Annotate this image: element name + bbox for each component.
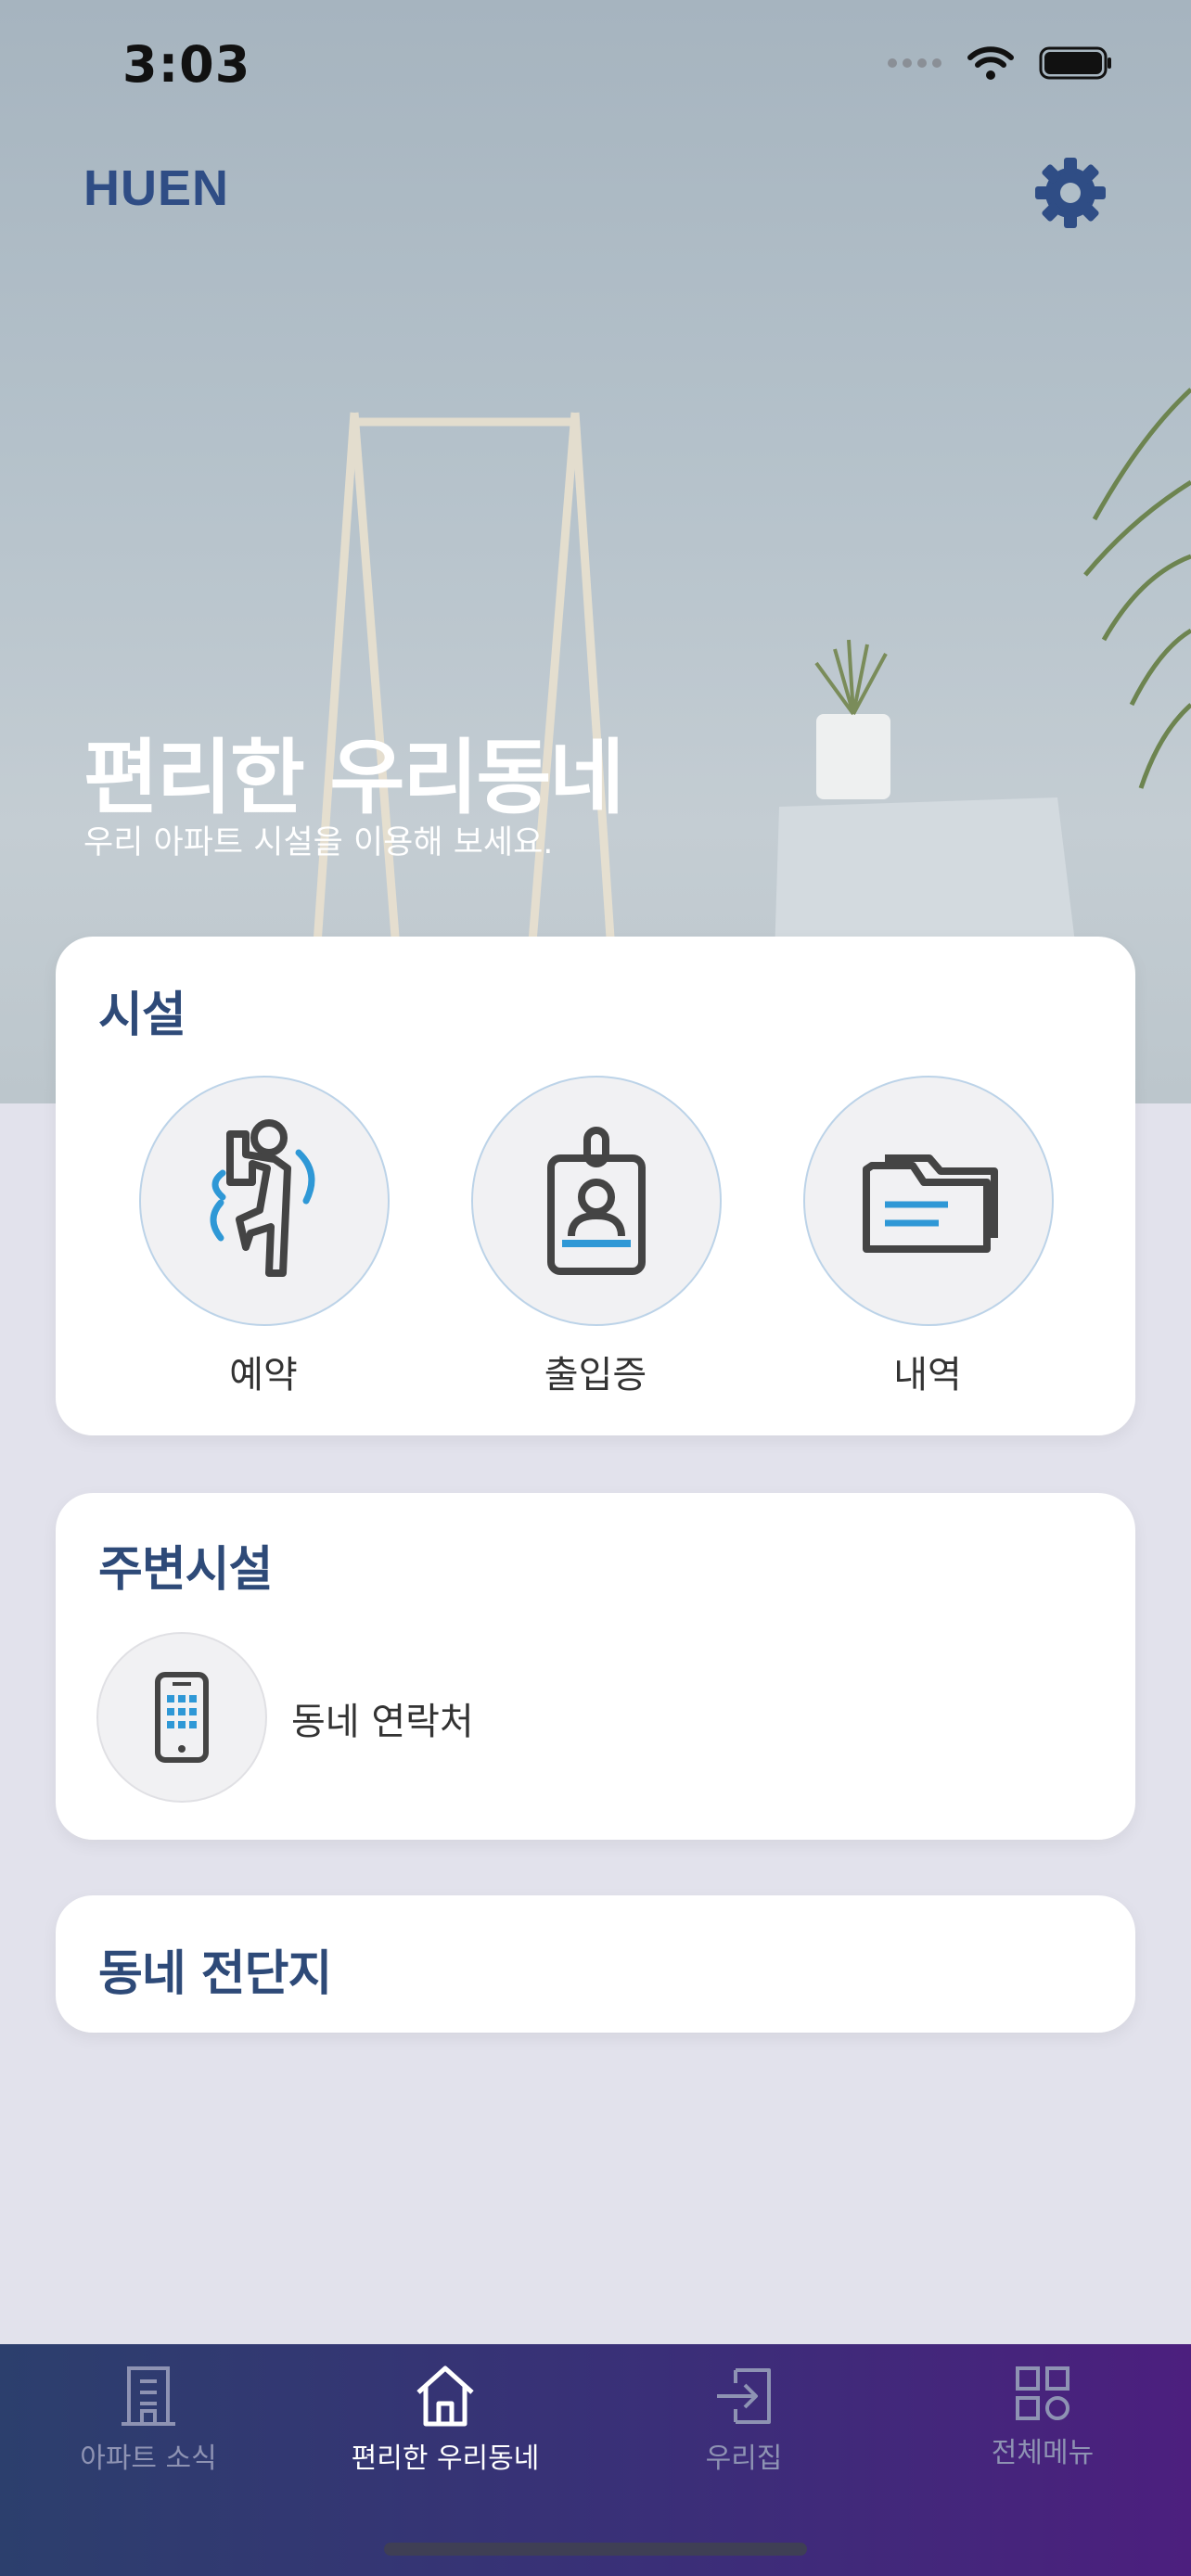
enter-icon [717,2368,771,2424]
nearby-title: 주변시설 [98,1542,273,1598]
tab-all-menu[interactable]: 전체메뉴 [903,2365,1182,2470]
facility-icon-circle [803,1076,1054,1326]
bottom-tab-bar: 아파트 소식 편리한 우리동네 우리집 전체메뉴 [0,2344,1191,2576]
facility-label: 예약 [229,1354,298,1396]
id-badge-icon [547,1127,646,1275]
facility-label: 내역 [893,1354,962,1396]
tab-label: 편리한 우리동네 [351,2442,540,2475]
home-indicator [384,2543,807,2556]
tab-my-home[interactable]: 우리집 [605,2365,883,2476]
flyers-title: 동네 전단지 [98,1946,332,2002]
phone-keypad-icon [155,1672,209,1763]
facility-icon-circle [139,1076,390,1326]
facilities-title: 시설 [98,988,186,1043]
gear-icon[interactable] [1033,156,1108,230]
hero-subtitle: 우리 아파트 시설을 이용해 보세요. [83,824,554,861]
tab-apartment-news[interactable]: 아파트 소식 [9,2365,288,2476]
tab-label: 전체메뉴 [991,2437,1095,2469]
flyers-card[interactable]: 동네 전단지 [56,1895,1135,2033]
home-icon [416,2366,474,2427]
facilities-card: 시설 예약 출입증 내역 [56,937,1135,1435]
facility-history[interactable]: 내역 [803,1076,1054,1398]
folder-icon [863,1154,998,1253]
facility-reservation[interactable]: 예약 [139,1076,390,1398]
battery-icon [1039,46,1111,80]
status-time: 3:03 [122,35,251,94]
tab-label: 우리집 [705,2442,783,2475]
nearby-item-contacts[interactable]: 동네 연락처 [291,1691,474,1745]
tab-label: 아파트 소식 [80,2442,217,2475]
tab-convenient-neighborhood[interactable]: 편리한 우리동네 [306,2365,584,2476]
nearby-card: 주변시설 동네 연락처 [56,1493,1135,1840]
building-icon [122,2366,175,2426]
facility-access-pass[interactable]: 출입증 [471,1076,722,1398]
facility-label: 출입증 [544,1354,647,1396]
status-icons [887,45,1113,82]
wifi-icon [967,46,1014,80]
hero-title: 편리한 우리동네 [83,730,624,825]
app-logo: HUEN [83,160,230,216]
facility-icon-circle [471,1076,722,1326]
exercise-icon [210,1119,315,1277]
signal-icon [888,58,941,68]
grid-icon [1016,2366,1069,2420]
nearby-icon-circle[interactable] [96,1632,267,1803]
